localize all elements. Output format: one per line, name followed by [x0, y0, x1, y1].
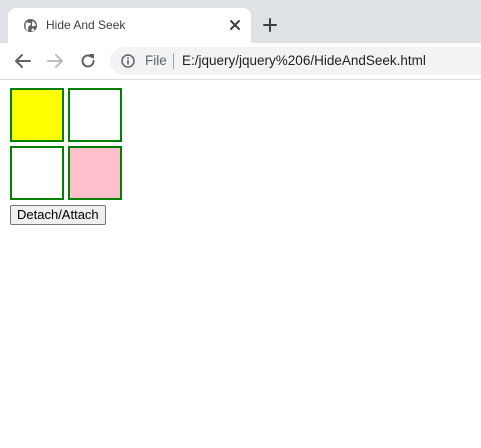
box-1 — [10, 88, 64, 142]
detach-attach-button[interactable]: Detach/Attach — [10, 205, 106, 225]
address-bar[interactable]: File E:/jquery/jquery%206/HideAndSeek.ht… — [110, 47, 481, 75]
arrow-right-icon[interactable] — [46, 52, 64, 70]
arrow-left-icon[interactable] — [14, 52, 32, 70]
globe-icon — [23, 18, 38, 33]
info-icon[interactable] — [121, 54, 135, 68]
box-4 — [68, 146, 122, 200]
tab-hide-and-seek[interactable]: Hide And Seek — [8, 8, 251, 43]
box-3 — [10, 146, 64, 200]
tab-strip: Hide And Seek — [0, 0, 481, 43]
url-text[interactable]: E:/jquery/jquery%206/HideAndSeek.html — [182, 53, 426, 69]
reload-icon[interactable] — [79, 52, 97, 70]
tab-title: Hide And Seek — [46, 18, 126, 32]
toolbar: File E:/jquery/jquery%206/HideAndSeek.ht… — [0, 43, 481, 80]
page-content: Detach/Attach — [0, 80, 481, 448]
scheme-label: File — [145, 53, 167, 68]
browser-window: Hide And Seek File E:/jquery/jquery%206/… — [0, 0, 481, 448]
address-separator — [173, 53, 174, 69]
plus-icon[interactable] — [262, 17, 278, 33]
box-2 — [68, 88, 122, 142]
close-icon[interactable] — [228, 18, 242, 32]
